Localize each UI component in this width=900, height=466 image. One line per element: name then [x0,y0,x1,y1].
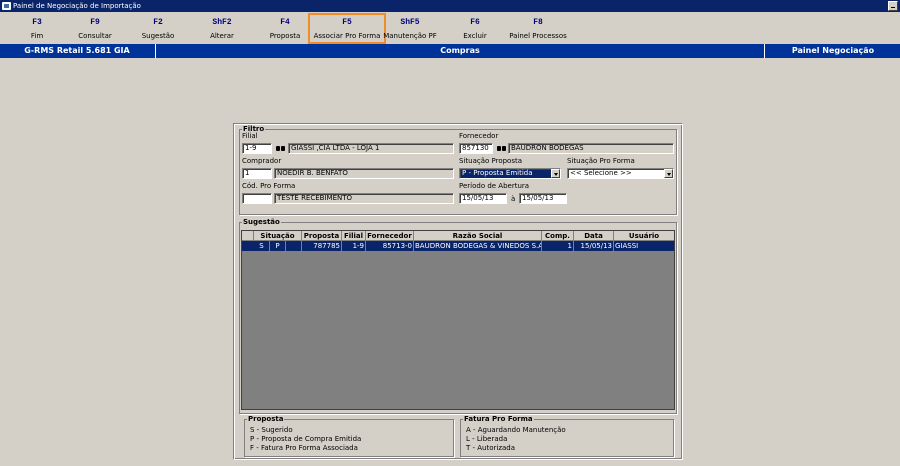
periodo-separator: à [511,195,516,203]
sugestao-label: Sugestão [141,32,175,40]
situacao-proposta-select[interactable]: P - Proposta Emitida [459,168,561,179]
alterar-label: Alterar [210,32,234,40]
proposta-legend-item: F - Fatura Pro Forma Associada [250,444,358,452]
screen-name: Painel Negociação [791,46,875,55]
filial-search-icon[interactable] [274,143,286,154]
fornecedor-search-icon[interactable] [495,143,507,154]
module-name: Compras [155,44,765,58]
situacao-pro-forma-select[interactable]: << Selecione >> [567,168,674,179]
cell-razao-social: BAUDRON BODEGAS & VINEDOS S.A [415,241,542,251]
sugestao-button[interactable]: F2 Sugestão [123,14,193,43]
painel-processos-key: F8 [533,18,543,27]
periodo-from-input[interactable]: 15/05/13 [459,193,507,204]
minimize-button[interactable] [888,1,898,11]
consultar-key: F9 [90,18,100,27]
fatura-legend-title: Fatura Pro Forma [464,415,533,423]
row-indicator-header [242,231,254,241]
associar-pro-forma-key: F5 [342,18,352,27]
pro-forma-desc-field: TESTE RECEBIMENTO [274,193,454,204]
manutencao-pf-button[interactable]: ShF5 Manutenção PF [375,14,445,43]
comprador-name-field: NOEDIR B. BENFATO [274,168,454,179]
cell-situacao-2: P [270,241,286,251]
cod-pro-forma-input[interactable] [242,193,272,204]
cell-situacao-3 [286,241,302,251]
module-header: G-RMS Retail 5.681 GIA Compras Painel Ne… [0,44,900,58]
excluir-label: Excluir [463,32,487,40]
table-row[interactable]: S P 787785 1-9 85713-0 BAUDRON BODEGAS &… [242,241,674,251]
fatura-legend-item: A - Aguardando Manutenção [466,426,566,434]
cell-data: 15/05/13 [574,241,614,251]
cell-usuario: GIASSI [615,242,639,250]
manutencao-pf-key: ShF5 [400,18,420,27]
col-comp[interactable]: Comp. [542,231,574,241]
cell-situacao-1: S [254,241,270,251]
consultar-button[interactable]: F9 Consultar [60,14,130,43]
proposta-legend-list: S - Sugerido P - Proposta de Compra Emit… [250,426,361,453]
filial-code-input[interactable]: 1-9 [242,143,272,154]
cell-comp: 1 [542,241,574,251]
situacao-pro-forma-label: Situação Pro Forma [567,157,635,165]
title-bar: Painel de Negociação de Importação [0,0,900,12]
alterar-button[interactable]: ShF2 Alterar [187,14,257,43]
grid-header: Situação Proposta Filial Fornecedor Razã… [242,231,674,241]
comprador-label: Comprador [242,157,282,165]
suggestion-grid[interactable]: Situação Proposta Filial Fornecedor Razã… [241,230,675,410]
cell-filial: 1-9 [342,241,366,251]
col-situacao[interactable]: Situação [254,231,302,241]
negotiation-panel: Filtro Filial 1-9 GIASSI ,CIA LTDA - LOJ… [233,123,683,460]
col-data[interactable]: Data [574,231,614,241]
periodo-to-input[interactable]: 15/05/13 [519,193,567,204]
app-icon [2,2,11,10]
excluir-key: F6 [470,18,480,27]
function-toolbar: F3 Fim F9 Consultar F2 Sugestão ShF2 Alt… [0,12,900,44]
alterar-key: ShF2 [212,18,232,27]
proposta-legend-item: S - Sugerido [250,426,293,434]
associar-pro-forma-button[interactable]: F5 Associar Pro Forma [308,13,386,44]
situacao-proposta-label: Situação Proposta [459,157,523,165]
situacao-pro-forma-value: << Selecione >> [570,169,632,177]
chevron-down-icon[interactable] [664,169,673,178]
painel-processos-button[interactable]: F8 Painel Processos [503,14,573,43]
periodo-abertura-label: Período de Abertura [459,182,530,190]
consultar-label: Consultar [78,32,112,40]
product-version: G-RMS Retail 5.681 GIA [24,46,130,55]
col-usuario[interactable]: Usuário [614,231,674,241]
manutencao-pf-label: Manutenção PF [383,32,437,40]
filial-label: Filial [242,132,258,140]
associar-pro-forma-label: Associar Pro Forma [313,32,381,40]
painel-processos-label: Painel Processos [509,32,567,40]
sugestao-key: F2 [153,18,163,27]
cod-pro-forma-label: Cód. Pro Forma [242,182,296,190]
col-filial[interactable]: Filial [342,231,366,241]
excluir-button[interactable]: F6 Excluir [440,14,510,43]
col-razao-social[interactable]: Razão Social [414,231,542,241]
window-title: Painel de Negociação de Importação [13,2,141,10]
chevron-down-icon[interactable] [551,169,560,178]
situacao-proposta-value: P - Proposta Emitida [462,169,533,177]
fatura-legend-list: A - Aguardando Manutenção L - Liberada T… [466,426,566,453]
cell-proposta: 787785 [302,241,342,251]
fornecedor-code-input[interactable]: 857130 [459,143,493,154]
filial-name-field: GIASSI ,CIA LTDA - LOJA 1 [288,143,454,154]
proposta-legend-item: P - Proposta de Compra Emitida [250,435,362,443]
col-proposta[interactable]: Proposta [302,231,342,241]
suggestion-legend: Sugestão [243,218,280,226]
fatura-legend-item: T - Autorizada [466,444,516,452]
fatura-legend-item: L - Liberada [466,435,508,443]
col-fornecedor[interactable]: Fornecedor [366,231,414,241]
proposta-legend-title: Proposta [248,415,284,423]
fornecedor-name-field: BAUDRON BODEGAS [508,143,674,154]
cell-fornecedor: 85713-0 [366,241,414,251]
fornecedor-label: Fornecedor [459,132,499,140]
comprador-code-input[interactable]: 1 [242,168,272,179]
